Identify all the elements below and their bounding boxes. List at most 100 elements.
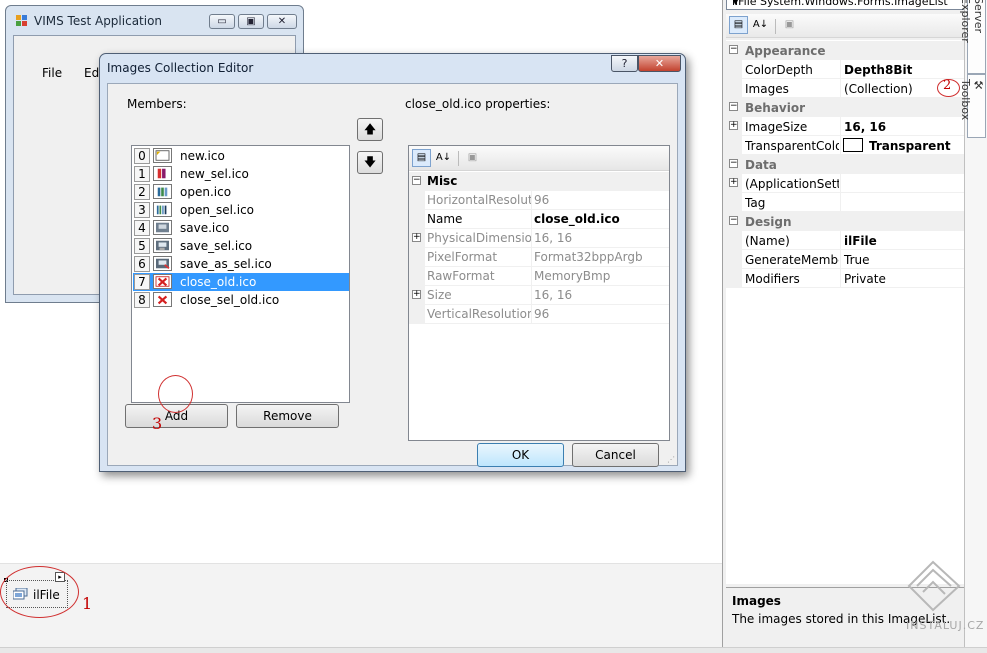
members-label: Members: — [127, 97, 187, 111]
property-row[interactable]: Tag — [726, 193, 965, 212]
move-down-button[interactable]: 🡇 — [357, 151, 383, 174]
property-row[interactable]: (Name) ilFile — [726, 231, 965, 250]
row-gutter — [409, 305, 425, 324]
property-value: True — [844, 253, 870, 267]
member-item[interactable]: 6 save_as_sel.ico — [133, 255, 349, 273]
move-up-button[interactable]: 🡅 — [357, 118, 383, 141]
property-row[interactable]: PixelFormat Format32bppArgb — [409, 248, 669, 267]
properties-window: ilFile System.Windows.Forms.ImageList ▼ ▤… — [722, 0, 965, 647]
menu-edit[interactable]: Ed — [84, 66, 99, 80]
member-index: 8 — [134, 292, 150, 308]
property-pages-icon[interactable]: ▣ — [780, 16, 799, 34]
row-gutter — [726, 79, 742, 98]
member-item[interactable]: 8 close_sel_old.ico — [133, 291, 349, 309]
alphabetical-icon[interactable]: A↓ — [751, 16, 770, 34]
menu-file[interactable]: File — [42, 66, 62, 80]
cancel-button[interactable]: Cancel — [572, 443, 659, 467]
server-explorer-label: Server Explorer — [959, 0, 985, 43]
property-row[interactable]: Name close_old.ico — [409, 210, 669, 229]
remove-button[interactable]: Remove — [236, 404, 339, 428]
collapse-icon[interactable]: − — [729, 216, 738, 225]
help-button[interactable]: ? — [611, 55, 638, 72]
property-row[interactable]: TransparentColor Transparent — [726, 136, 965, 155]
categorized-icon[interactable]: ▤ — [729, 16, 748, 34]
member-index: 2 — [134, 184, 150, 200]
property-row[interactable]: + PhysicalDimension 16, 16 — [409, 229, 669, 248]
server-explorer-tab[interactable]: Server Explorer — [959, 0, 986, 74]
property-row[interactable]: RawFormat MemoryBmp — [409, 267, 669, 286]
row-gutter — [409, 267, 425, 286]
column-separator — [840, 250, 841, 269]
member-index: 4 — [134, 220, 150, 236]
member-name: open_sel.ico — [180, 203, 255, 217]
expand-icon[interactable]: + — [729, 121, 738, 130]
ok-button[interactable]: OK — [477, 443, 564, 467]
dropdown-arrow-icon[interactable]: ▼ — [732, 0, 962, 7]
property-value: MemoryBmp — [534, 269, 611, 283]
property-value: 96 — [534, 307, 550, 321]
minimize-button[interactable]: ▭ — [209, 14, 235, 29]
collapse-icon[interactable]: − — [729, 45, 738, 54]
property-category[interactable]: − Misc — [409, 172, 669, 191]
expand-icon[interactable]: + — [412, 233, 421, 242]
member-item[interactable]: 4 save.ico — [133, 219, 349, 237]
collapse-icon[interactable]: − — [412, 176, 421, 185]
property-category[interactable]: − Data — [726, 155, 965, 174]
member-index: 5 — [134, 238, 150, 254]
member-index: 7 — [134, 274, 150, 290]
property-name: ImageSize — [745, 120, 808, 134]
dialog-close-button[interactable]: ✕ — [638, 55, 681, 72]
resize-grip-icon[interactable]: ⋰ — [667, 455, 677, 465]
property-name: Size — [427, 288, 452, 302]
annotation-number-2: 2 — [943, 78, 952, 93]
expand-icon[interactable]: + — [729, 178, 738, 187]
row-gutter — [726, 250, 742, 269]
row-gutter — [726, 193, 742, 212]
property-category[interactable]: − Design — [726, 212, 965, 231]
component-properties-grid[interactable]: − Appearance ColorDepth Depth8Bit Images (Col… — [726, 40, 965, 288]
property-row[interactable]: + (ApplicationSettin — [726, 174, 965, 193]
property-row[interactable]: + ImageSize 16, 16 — [726, 117, 965, 136]
property-category[interactable]: − Appearance — [726, 41, 965, 60]
categorized-icon[interactable]: ▤ — [412, 149, 431, 167]
close-button[interactable]: ✕ — [267, 14, 297, 29]
property-row[interactable]: GenerateMember True — [726, 250, 965, 269]
property-category[interactable]: − Behavior — [726, 98, 965, 117]
alphabetical-icon[interactable]: A↓ — [434, 149, 453, 167]
toolbox-tab[interactable]: ⚒ Toolbox — [959, 74, 986, 138]
property-row[interactable]: + Size 16, 16 — [409, 286, 669, 305]
collapse-icon[interactable]: − — [729, 159, 738, 168]
member-item[interactable]: 2 open.ico — [133, 183, 349, 201]
collapse-icon[interactable]: − — [729, 102, 738, 111]
member-item[interactable]: 5 save_sel.ico — [133, 237, 349, 255]
new-file-icon — [153, 148, 172, 163]
row-gutter — [726, 136, 742, 155]
property-row[interactable]: ColorDepth Depth8Bit — [726, 60, 965, 79]
row-gutter — [409, 210, 425, 229]
annotation-number-3: 3 — [152, 414, 163, 433]
members-list[interactable]: 0 new.ico 1 new_sel.ico 2 open.ico 3 open_sel.i… — [131, 145, 350, 403]
property-row[interactable]: Modifiers Private — [726, 269, 965, 288]
property-row[interactable]: HorizontalResolutic96 — [409, 191, 669, 210]
member-item[interactable]: 7 close_old.ico — [133, 273, 349, 291]
column-separator — [840, 79, 841, 98]
properties-toolbar: ▤ A↓ ▣ — [409, 146, 669, 171]
maximize-button[interactable]: ▣ — [238, 14, 264, 29]
property-row[interactable]: VerticalResolution 96 — [409, 305, 669, 324]
image-properties-grid[interactable]: ▤ A↓ ▣ −MiscHorizontalResolutic96Nameclo… — [408, 145, 670, 441]
member-item[interactable]: 3 open_sel.ico — [133, 201, 349, 219]
column-separator — [531, 267, 532, 286]
property-name: (ApplicationSettin — [745, 177, 839, 191]
save-as-icon — [153, 256, 172, 271]
property-pages-icon[interactable]: ▣ — [463, 149, 482, 167]
property-name: ColorDepth — [745, 63, 813, 77]
member-item[interactable]: 1 new_sel.ico — [133, 165, 349, 183]
arrow-up-icon: 🡅 — [363, 122, 377, 136]
row-gutter — [726, 60, 742, 79]
expand-icon[interactable]: + — [412, 290, 421, 299]
property-name: GenerateMember — [745, 253, 839, 267]
object-selector[interactable]: ilFile System.Windows.Forms.ImageList ▼ — [726, 0, 965, 10]
property-row[interactable]: Images (Collection) — [726, 79, 965, 98]
member-item[interactable]: 0 new.ico — [133, 147, 349, 165]
watermark-logo-icon — [907, 560, 961, 612]
